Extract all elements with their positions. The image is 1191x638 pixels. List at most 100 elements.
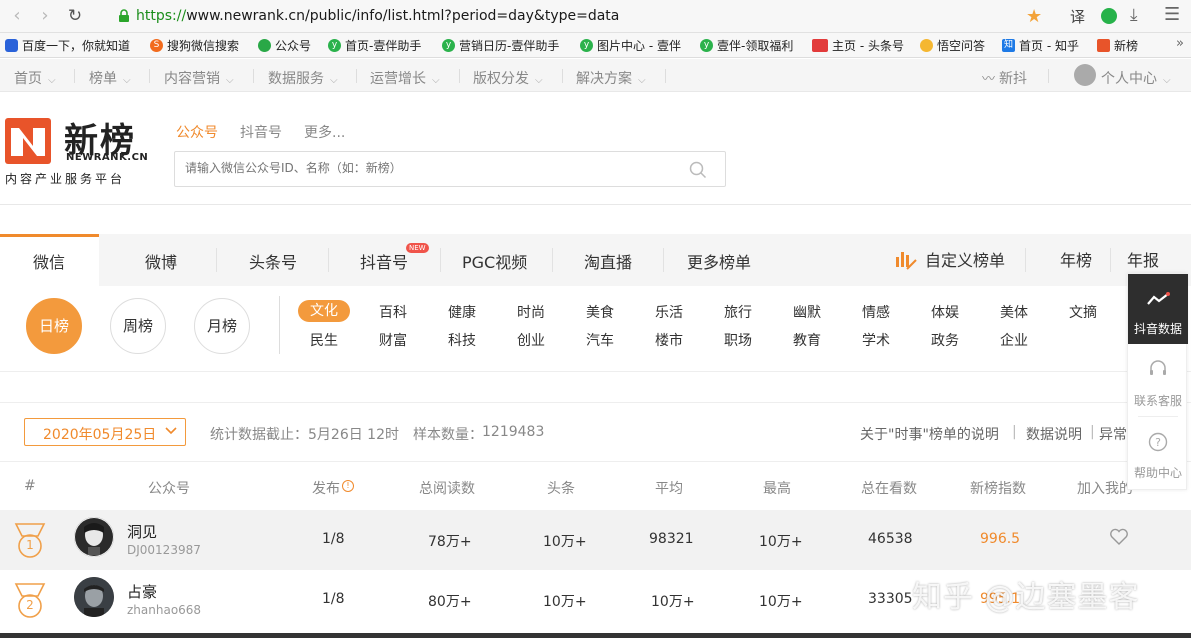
category-item[interactable]: 科技 [436,330,488,350]
category-item[interactable]: 财富 [367,330,419,350]
tab-wechat[interactable]: 微信 [33,249,65,273]
menu-icon[interactable]: ☰ [1164,4,1180,25]
category-item[interactable]: 体娱 [919,302,971,322]
more-bookmarks-icon[interactable]: » [1176,36,1184,51]
newrank-logo-icon[interactable] [5,118,51,164]
topnav-item-profile[interactable]: 个人中心 ⌵ [1101,68,1171,88]
col-avg[interactable]: 平均 [655,478,683,498]
category-item[interactable]: 旅行 [712,302,764,322]
avatar[interactable] [74,577,114,617]
col-headline[interactable]: 头条 [547,478,575,498]
headset-icon[interactable] [1148,359,1168,379]
tab-pgc[interactable]: PGC视频 [462,249,527,273]
category-item[interactable]: 情感 [850,302,902,322]
category-item[interactable]: 职场 [712,330,764,350]
category-item[interactable]: 幽默 [781,302,833,322]
tab-douyin[interactable]: 抖音号 [360,249,408,273]
avatar[interactable] [1074,64,1096,86]
address-bar[interactable]: https://www.newrank.cn/public/info/list.… [136,8,619,24]
account-name[interactable]: 洞见 [127,521,157,542]
abnormal-link[interactable]: 异常 [1099,424,1127,444]
custom-rank-icon [893,247,919,273]
extension-icon[interactable] [1101,8,1117,24]
category-item[interactable]: 民生 [298,330,350,350]
download-icon[interactable]: ⤓ [1130,5,1138,25]
col-publish[interactable]: 发布 [312,478,340,498]
douyin-data-button[interactable]: 抖音数据 [1128,274,1188,344]
period-week-button[interactable]: 周榜 [110,298,166,354]
tab-toutiao[interactable]: 头条号 [249,249,297,273]
reload-icon[interactable]: ↻ [64,5,86,27]
category-item[interactable]: 百科 [367,302,419,322]
account-name[interactable]: 占豪 [127,581,157,602]
bookmark-item[interactable]: 知首页 - 知乎 [1002,37,1079,54]
topnav-item-growth[interactable]: 运营增长 ⌵ [370,68,440,88]
topnav-item-rank[interactable]: 榜单 ⌵ [89,68,131,88]
custom-rank-link[interactable]: 自定义榜单 [925,247,1005,271]
search-tab-more[interactable]: 更多... [304,122,345,142]
bookmark-item[interactable]: y 图片中心 - 壹伴 [580,37,681,54]
topnav-item-xindou[interactable]: 〰新抖 [982,68,1027,88]
divider [665,69,666,83]
category-item[interactable]: 教育 [781,330,833,350]
bookmark-item[interactable]: 新榜 [1097,37,1138,54]
data-desc-link[interactable]: 数据说明 [1026,424,1082,444]
avatar[interactable] [74,517,114,557]
translate-button[interactable]: 译 [1070,6,1085,27]
search-tab-douyin[interactable]: 抖音号 [240,122,282,142]
category-item[interactable]: 乐活 [643,302,695,322]
col-total-look[interactable]: 总在看数 [861,478,917,498]
period-day-button[interactable]: 日榜 [26,298,82,354]
category-item[interactable]: 楼市 [643,330,695,350]
year-rank-link[interactable]: 年榜 [1060,247,1092,271]
help-center-link[interactable]: 帮助中心 [1128,464,1188,481]
divider [663,248,664,272]
category-item[interactable]: 文摘 [1057,302,1109,322]
bookmark-item[interactable]: y 壹伴-领取福利 [700,37,793,54]
bookmark-item[interactable]: 公众号 [258,37,311,54]
tab-weibo[interactable]: 微博 [145,249,177,273]
table-row[interactable]: 1 洞见 DJ00123987 1/8 78万+ 10万+ 98321 10万+… [0,510,1191,570]
topnav-item-content[interactable]: 内容营销 ⌵ [164,68,234,88]
category-item[interactable]: 健康 [436,302,488,322]
bookmark-item[interactable]: S 搜狗微信搜索 [150,37,239,54]
search-input[interactable] [185,161,675,175]
date-select[interactable]: 2020年05月25日 [24,418,186,446]
tab-more-ranks[interactable]: 更多榜单 [687,249,751,273]
category-item[interactable]: 美食 [574,302,626,322]
tab-taozhibo[interactable]: 淘直播 [584,249,632,273]
contact-service-link[interactable]: 联系客服 [1128,392,1188,409]
search-icon[interactable] [689,161,707,179]
topnav-item-copyright[interactable]: 版权分发 ⌵ [473,68,543,88]
forward-icon[interactable]: › [34,5,56,27]
bookmark-item[interactable]: y 首页-壹伴助手 [328,37,421,54]
col-newrank-index[interactable]: 新榜指数 [970,478,1026,498]
category-item[interactable]: 企业 [988,330,1040,350]
category-item[interactable]: 汽车 [574,330,626,350]
bookmark-item[interactable]: 主页 - 头条号 [812,37,904,54]
category-item[interactable]: 政务 [919,330,971,350]
divider [253,69,254,83]
help-icon[interactable]: ? [1148,432,1168,452]
col-total-read[interactable]: 总阅读数 [419,478,475,498]
category-item[interactable]: 创业 [505,330,557,350]
about-rank-link[interactable]: 关于"时事"榜单的说明 [860,424,999,444]
category-item[interactable]: 学术 [850,330,902,350]
topnav-item-home[interactable]: 首页 ⌵ [14,68,56,88]
topnav-item-solutions[interactable]: 解决方案 ⌵ [576,68,646,88]
search-tab-wechat[interactable]: 公众号 [176,122,218,142]
back-icon[interactable]: ‹ [6,5,28,27]
bookmark-star-icon[interactable]: ★ [1026,6,1042,27]
year-report-link[interactable]: 年报 [1127,247,1159,271]
category-item[interactable]: 文化 [298,300,350,322]
bookmark-item[interactable]: y 营销日历-壹伴助手 [442,37,559,54]
topnav-item-data[interactable]: 数据服务 ⌵ [268,68,338,88]
col-max[interactable]: 最高 [763,478,791,498]
bookmark-item[interactable]: 百度一下，你就知道 [5,37,130,54]
bookmark-item[interactable]: 悟空问答 [920,37,985,54]
category-item[interactable]: 美体 [988,302,1040,322]
category-item[interactable]: 时尚 [505,302,557,322]
heart-icon[interactable] [1109,528,1129,546]
period-month-button[interactable]: 月榜 [194,298,250,354]
info-icon[interactable]: ! [342,480,354,492]
